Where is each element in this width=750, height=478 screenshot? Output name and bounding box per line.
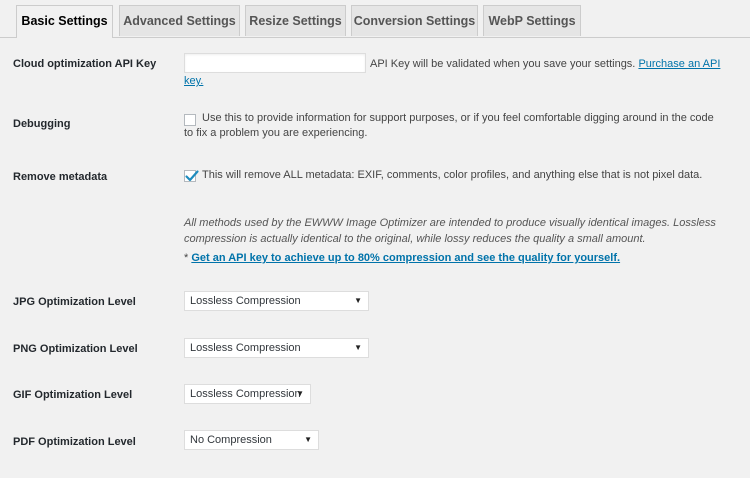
jpg-level-select[interactable]: Lossless Compression ▼ xyxy=(184,291,369,311)
debugging-checkbox[interactable] xyxy=(184,114,196,126)
png-level-selected: Lossless Compression xyxy=(190,342,301,354)
chevron-down-icon: ▼ xyxy=(354,343,362,352)
png-level-select[interactable]: Lossless Compression ▼ xyxy=(184,338,369,358)
pdf-level-selected: No Compression xyxy=(190,434,272,446)
tab-conversion-settings[interactable]: Conversion Settings xyxy=(351,5,478,36)
purchase-api-key-link-part1[interactable]: Purchase an API xyxy=(638,58,720,70)
api-key-input[interactable] xyxy=(184,53,366,73)
api-key-note-line1: API Key will be validated when you save … xyxy=(370,57,720,72)
tab-resize-settings[interactable]: Resize Settings xyxy=(245,5,346,36)
api-key-note: API Key will be validated when you save … xyxy=(370,58,636,70)
chevron-down-icon: ▼ xyxy=(296,389,304,398)
pdf-level-label: PDF Optimization Level xyxy=(13,436,136,448)
pdf-level-select[interactable]: No Compression ▼ xyxy=(184,430,319,450)
remove-metadata-description: This will remove ALL metadata: EXIF, com… xyxy=(202,169,703,181)
get-api-key-link[interactable]: Get an API key to achieve up to 80% comp… xyxy=(191,252,620,264)
tab-advanced-settings[interactable]: Advanced Settings xyxy=(119,5,240,36)
remove-metadata-checkbox[interactable] xyxy=(184,170,199,182)
api-key-promo: * Get an API key to achieve up to 80% co… xyxy=(184,251,620,266)
purchase-api-key-link-part2[interactable]: key. xyxy=(184,75,203,87)
promo-asterisk: * xyxy=(184,252,189,264)
tab-basic-settings[interactable]: Basic Settings xyxy=(16,5,113,38)
optimizer-info-line1: All methods used by the EWWW Image Optim… xyxy=(184,217,716,229)
chevron-down-icon: ▼ xyxy=(304,435,312,444)
checkmark-icon xyxy=(185,170,199,182)
gif-level-selected: Lossless Compression xyxy=(190,388,301,400)
jpg-level-selected: Lossless Compression xyxy=(190,295,301,307)
chevron-down-icon: ▼ xyxy=(354,296,362,305)
tab-webp-settings[interactable]: WebP Settings xyxy=(483,5,581,36)
optimizer-info-line2: compression is actually identical to the… xyxy=(184,233,646,245)
api-key-label: Cloud optimization API Key xyxy=(13,58,157,70)
jpg-level-label: JPG Optimization Level xyxy=(13,296,136,308)
api-key-note-line2: key. xyxy=(184,74,203,89)
gif-level-select[interactable]: Lossless Compression ▼ xyxy=(184,384,311,404)
gif-level-label: GIF Optimization Level xyxy=(13,389,133,401)
png-level-label: PNG Optimization Level xyxy=(13,343,138,355)
debugging-description-line1: Use this to provide information for supp… xyxy=(202,112,714,124)
debugging-label: Debugging xyxy=(13,118,71,130)
remove-metadata-label: Remove metadata xyxy=(13,171,108,183)
debugging-description-line2: to fix a problem you are experiencing. xyxy=(184,127,368,139)
settings-tab-bar: Basic Settings Advanced Settings Resize … xyxy=(0,0,750,38)
